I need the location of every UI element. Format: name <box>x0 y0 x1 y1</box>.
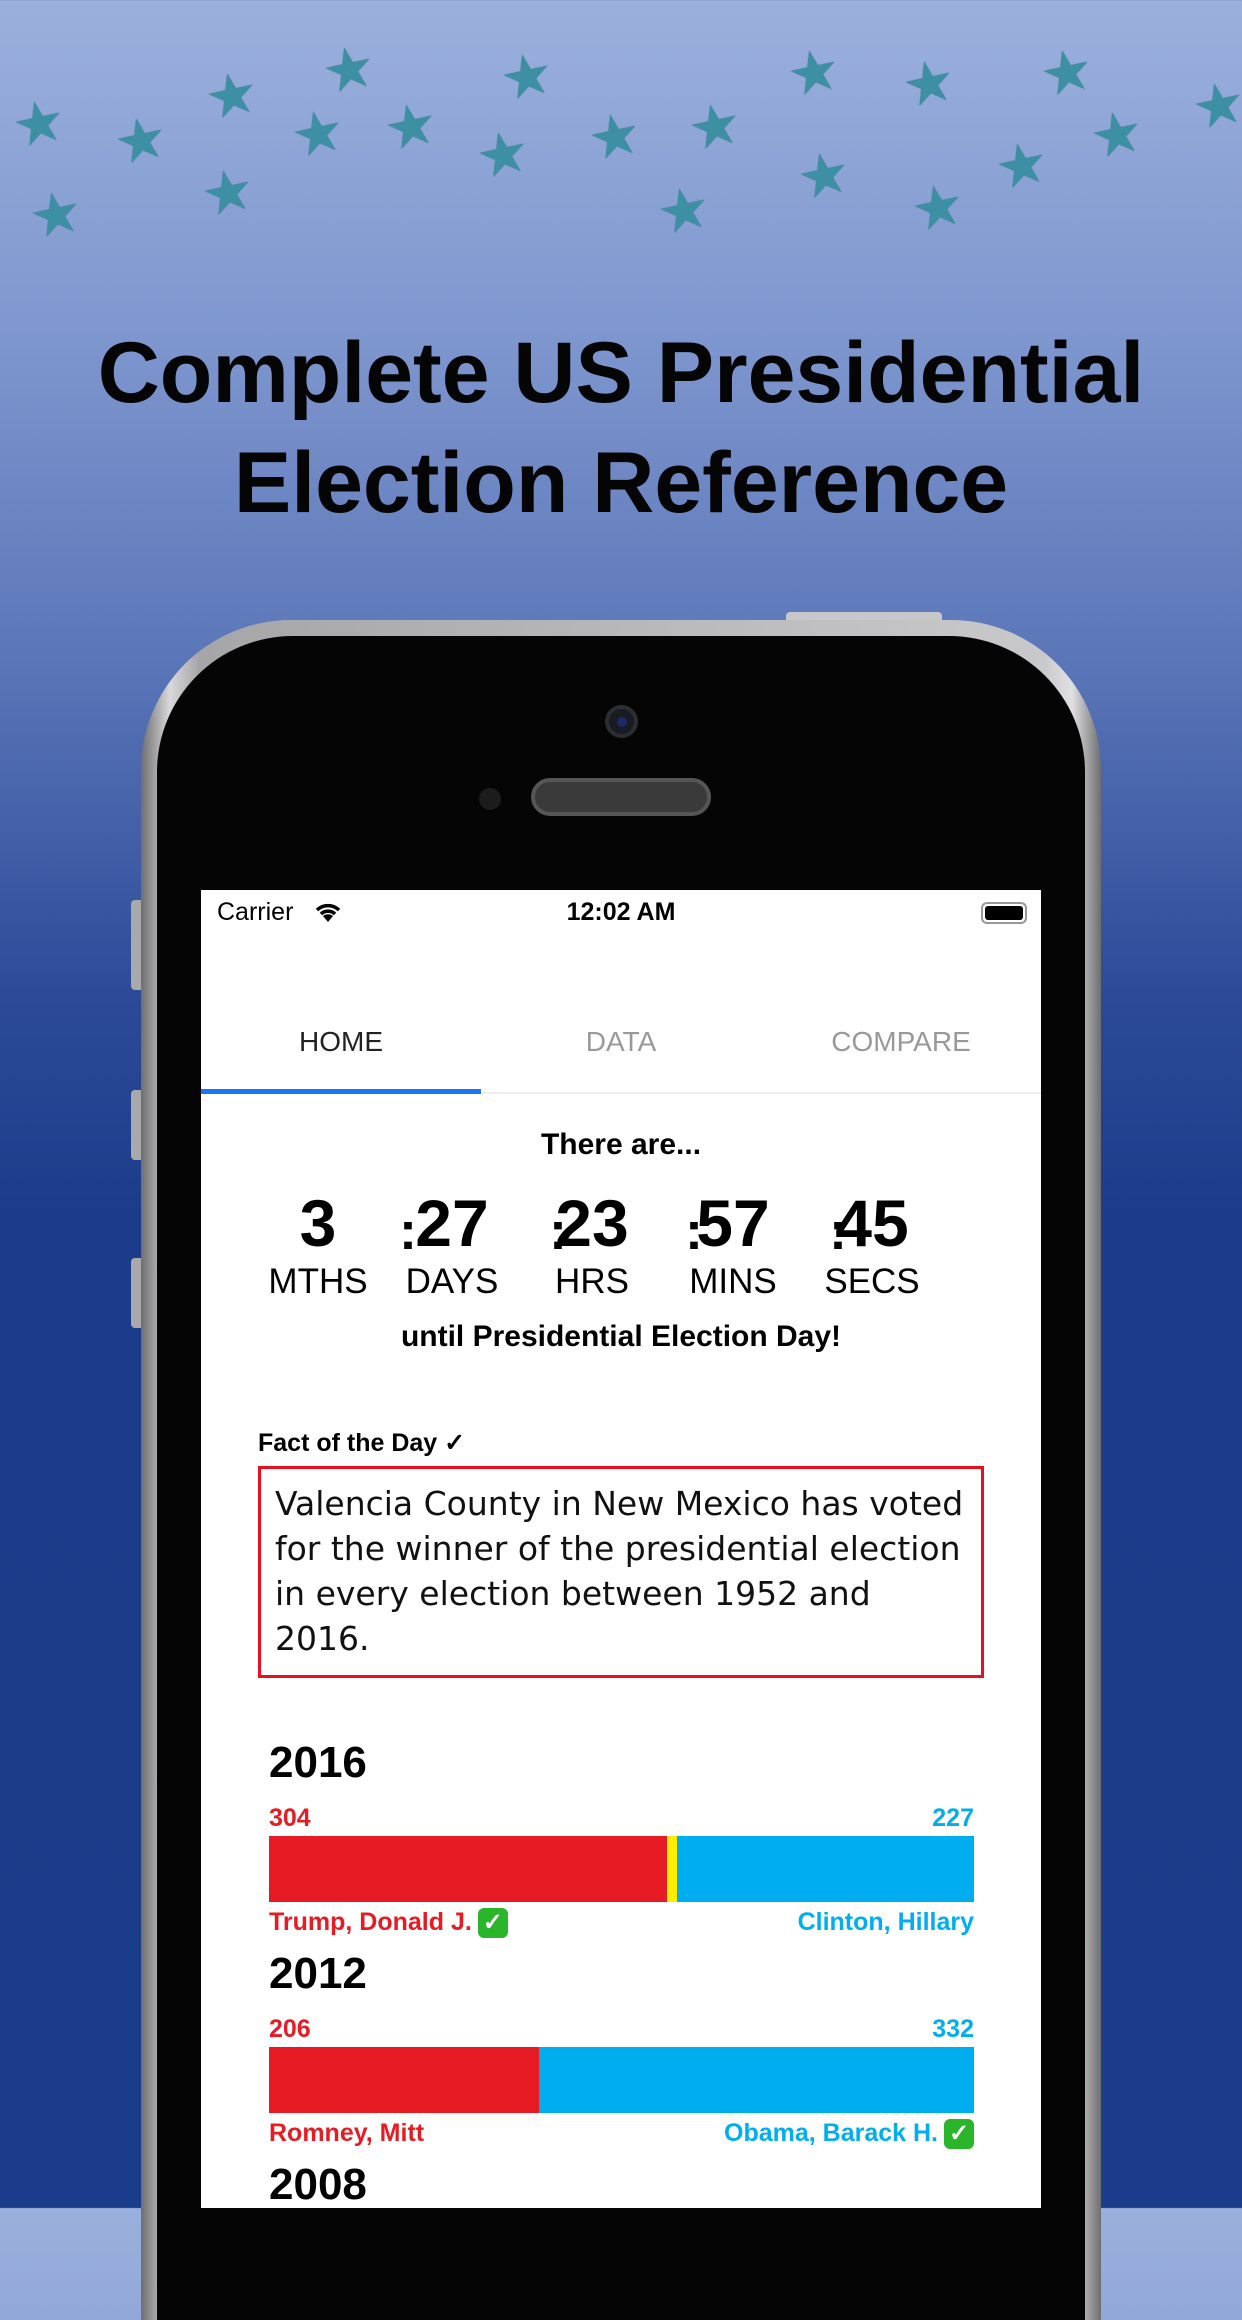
star-icon: ★ <box>378 89 444 164</box>
tab-compare[interactable]: COMPARE <box>761 990 1041 1094</box>
star-icon: ★ <box>285 96 351 171</box>
rep-bar-segment <box>269 2047 539 2113</box>
fact-box: Valencia County in New Mexico has voted … <box>258 1466 984 1678</box>
countdown-value: 45 <box>835 1186 909 1260</box>
dem-electoral-votes: 332 <box>932 2015 974 2043</box>
rep-candidate-name: Trump, Donald J. ✓ <box>269 1908 508 1939</box>
star-icon: ★ <box>494 39 559 115</box>
countdown-value: 23 <box>555 1186 629 1260</box>
star-icon: ★ <box>7 86 72 161</box>
sensor <box>479 788 501 810</box>
star-icon: ★ <box>1187 67 1242 143</box>
check-mark-icon: ✓ <box>477 1908 508 1939</box>
check-mark-icon: ✓ <box>944 2119 974 2150</box>
star-icon: ★ <box>905 170 970 246</box>
rep-electoral-votes: 206 <box>269 2015 311 2043</box>
electoral-vote-bar[interactable] <box>269 1836 974 1902</box>
election-year: 2012 <box>269 1949 367 1998</box>
countdown-label: SECS <box>824 1262 920 1301</box>
countdown-label: MTHS <box>268 1262 368 1301</box>
tab-home[interactable]: HOME <box>201 990 481 1094</box>
tab-bar: HOME DATA COMPARE <box>201 990 1041 1094</box>
candidate-name: Clinton, Hillary <box>797 1908 974 1936</box>
speaker-grille <box>531 778 711 816</box>
star-icon: ★ <box>989 128 1055 203</box>
dem-bar-segment <box>676 1836 974 1902</box>
star-icon: ★ <box>791 138 856 213</box>
countdown-value: 27 <box>415 1186 489 1260</box>
tab-data[interactable]: DATA <box>481 990 761 1094</box>
star-icon: ★ <box>896 46 962 122</box>
star-icon: ★ <box>1084 97 1149 172</box>
dem-candidate-name: Obama, Barack H. ✓ <box>724 2119 974 2150</box>
star-icon: ★ <box>24 177 89 253</box>
star-icon: ★ <box>781 35 846 110</box>
other-bar-segment <box>667 1836 677 1902</box>
camera-icon <box>605 705 638 738</box>
star-icon: ★ <box>108 103 173 178</box>
fact-title: Fact of the Day ✓ <box>258 1429 466 1457</box>
countdown-label: DAYS <box>405 1262 499 1301</box>
election-year: 2016 <box>269 1738 367 1787</box>
tab-indicator <box>201 1089 481 1094</box>
countdown-outro: until Presidential Election Day! <box>400 1320 842 1353</box>
rep-electoral-votes: 304 <box>269 1804 311 1832</box>
battery-icon <box>981 902 1027 924</box>
dem-bar-segment <box>538 2047 974 2113</box>
dem-electoral-votes: 227 <box>932 1804 974 1832</box>
countdown-value: 3 <box>299 1186 337 1260</box>
star-icon: ★ <box>195 155 261 230</box>
star-icon: ★ <box>651 173 717 248</box>
star-icon: ★ <box>316 32 382 108</box>
candidate-name: Romney, Mitt <box>269 2119 425 2147</box>
star-icon: ★ <box>682 89 748 164</box>
clock: 12:02 AM <box>566 898 676 926</box>
countdown-intro: There are... <box>540 1128 702 1161</box>
rep-bar-segment <box>269 1836 668 1902</box>
star-icon: ★ <box>582 98 648 174</box>
candidate-name: Trump, Donald J. <box>269 1908 472 1936</box>
headline-line-2: Election Reference <box>233 435 1009 531</box>
candidate-name: Obama, Barack H. <box>724 2119 938 2147</box>
countdown-value: 57 <box>696 1186 770 1260</box>
star-decoration: ★ ★ ★ ★ ★ ★ ★ ★ ★ ★ ★ ★ ★ ★ ★ ★ ★ ★ ★ ★ ★ <box>0 0 1242 260</box>
star-icon: ★ <box>1034 35 1100 110</box>
app-screen: Carrier 12:02 AM HOME DATA COMPARE There… <box>201 890 1041 2208</box>
rep-candidate-name: Romney, Mitt <box>269 2119 424 2148</box>
electoral-vote-bar[interactable] <box>269 2047 974 2113</box>
star-icon: ★ <box>470 117 535 192</box>
countdown-label: MINS <box>689 1262 777 1301</box>
star-icon: ★ <box>200 58 265 133</box>
dem-candidate-name: Clinton, Hillary <box>798 1908 974 1937</box>
countdown-label: HRS <box>555 1262 629 1301</box>
election-year: 2008 <box>269 2160 367 2208</box>
status-bar: Carrier 12:02 AM <box>201 890 1041 940</box>
